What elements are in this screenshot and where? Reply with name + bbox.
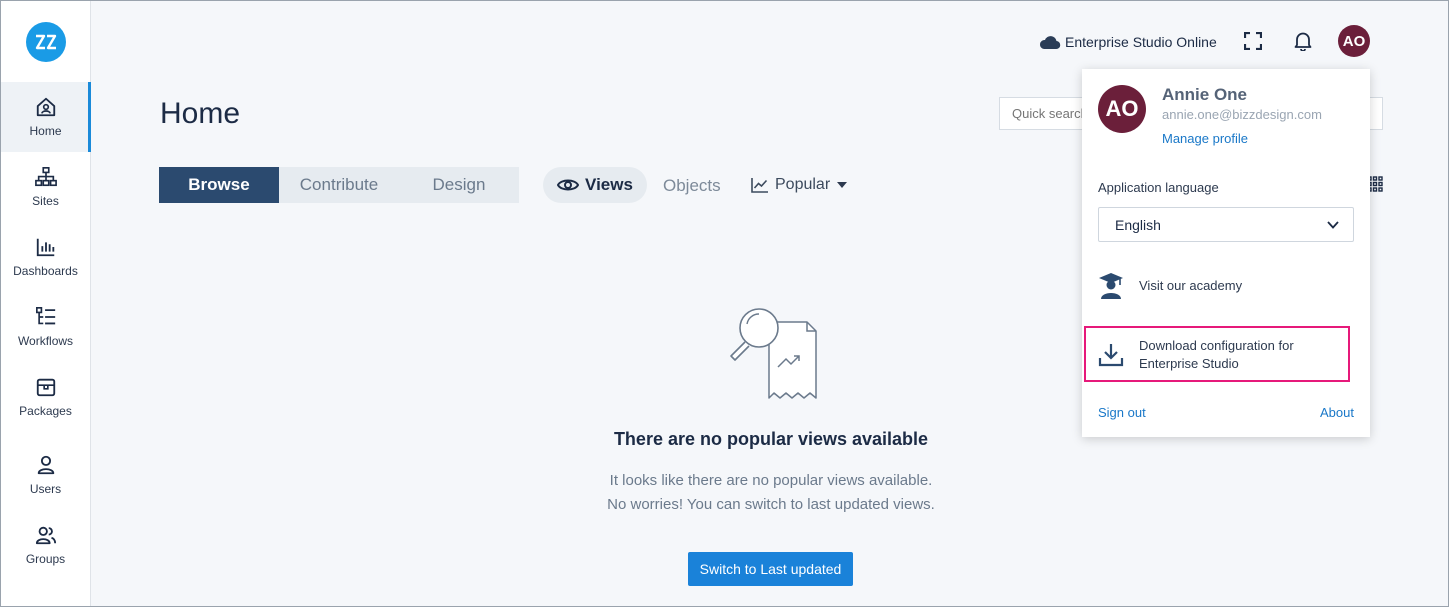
segment-design[interactable]: Design — [399, 167, 519, 203]
download-line-1: Download configuration for — [1139, 338, 1294, 353]
download-configuration-item[interactable]: Download configuration for Enterprise St… — [1098, 337, 1294, 373]
switch-to-last-updated-button[interactable]: Switch to Last updated — [688, 552, 853, 586]
sidebar-item-workflows[interactable]: Workflows — [1, 292, 90, 362]
user-avatar-button[interactable]: AO — [1338, 25, 1370, 57]
language-select-value: English — [1115, 216, 1161, 233]
sidebar-item-dashboards[interactable]: Dashboards — [1, 222, 90, 292]
sidebar: Home Sites Dashboards Workflows Packages… — [1, 1, 91, 606]
profile-menu: AO Annie One annie.one@bizzdesign.com Ma… — [1082, 69, 1370, 437]
logo-icon — [35, 34, 57, 50]
cloud-icon — [1039, 36, 1061, 50]
environment-label: Enterprise Studio Online — [1065, 34, 1217, 50]
chevron-down-icon — [1327, 220, 1339, 229]
home-icon — [36, 97, 55, 117]
segment-contribute[interactable]: Contribute — [279, 167, 399, 203]
sidebar-item-groups[interactable]: Groups — [1, 510, 90, 580]
sidebar-item-label: Sites — [32, 194, 59, 208]
fullscreen-icon — [1244, 32, 1262, 50]
caret-down-icon — [837, 182, 848, 188]
sidebar-item-label: Home — [29, 124, 62, 138]
users-icon — [35, 526, 56, 545]
manage-profile-link[interactable]: Manage profile — [1162, 131, 1248, 146]
sidebar-item-packages[interactable]: Packages — [1, 362, 90, 432]
views-tab[interactable]: Views — [543, 167, 647, 203]
profile-avatar: AO — [1098, 85, 1146, 133]
segment-browse[interactable]: Browse — [159, 167, 279, 203]
no-results-illustration — [730, 308, 817, 399]
app-window: Home Sites Dashboards Workflows Packages… — [0, 0, 1449, 607]
package-icon — [36, 378, 55, 397]
sign-out-link[interactable]: Sign out — [1098, 405, 1146, 420]
sort-dropdown[interactable]: Popular — [751, 176, 848, 194]
sort-dropdown-label: Popular — [775, 176, 831, 193]
visit-academy-label: Visit our academy — [1139, 278, 1243, 293]
profile-email: annie.one@bizzdesign.com — [1162, 107, 1322, 122]
graduation-cap-icon — [1099, 273, 1123, 299]
workflow-icon — [35, 307, 55, 325]
fullscreen-button[interactable] — [1241, 29, 1265, 53]
app-logo[interactable] — [26, 22, 66, 62]
empty-state-text: It looks like there are no popular views… — [609, 472, 933, 489]
views-tab-label: Views — [585, 175, 633, 194]
sidebar-item-home[interactable]: Home — [1, 82, 91, 152]
sidebar-item-label: Workflows — [17, 334, 74, 348]
visit-academy-item[interactable]: Visit our academy — [1098, 272, 1242, 300]
objects-tab[interactable]: Objects — [663, 176, 721, 196]
language-label: Application language — [1098, 180, 1219, 195]
profile-name: Annie One — [1162, 85, 1248, 104]
sidebar-item-label: Packages — [19, 404, 72, 418]
eye-icon — [557, 179, 580, 191]
download-icon — [1098, 344, 1124, 367]
sitemap-icon — [34, 167, 57, 187]
download-configuration-label: Download configuration for Enterprise St… — [1139, 337, 1294, 373]
about-link[interactable]: About — [1320, 405, 1354, 420]
language-select[interactable]: English — [1098, 207, 1354, 242]
download-line-2: Enterprise Studio — [1139, 356, 1239, 371]
sidebar-item-label: Dashboards — [13, 264, 78, 278]
notifications-button[interactable] — [1291, 29, 1315, 53]
sidebar-item-label: Groups — [25, 552, 66, 566]
empty-state-text: No worries! You can switch to last updat… — [607, 496, 935, 513]
bar-chart-icon — [36, 238, 54, 257]
page-title: Home — [160, 97, 241, 130]
line-chart-icon — [751, 178, 768, 193]
bell-icon — [1294, 32, 1312, 51]
environment-indicator[interactable]: Enterprise Studio Online — [1039, 31, 1217, 53]
sidebar-item-sites[interactable]: Sites — [1, 152, 90, 222]
mode-segmented-control: Browse Contribute Design — [159, 167, 519, 203]
